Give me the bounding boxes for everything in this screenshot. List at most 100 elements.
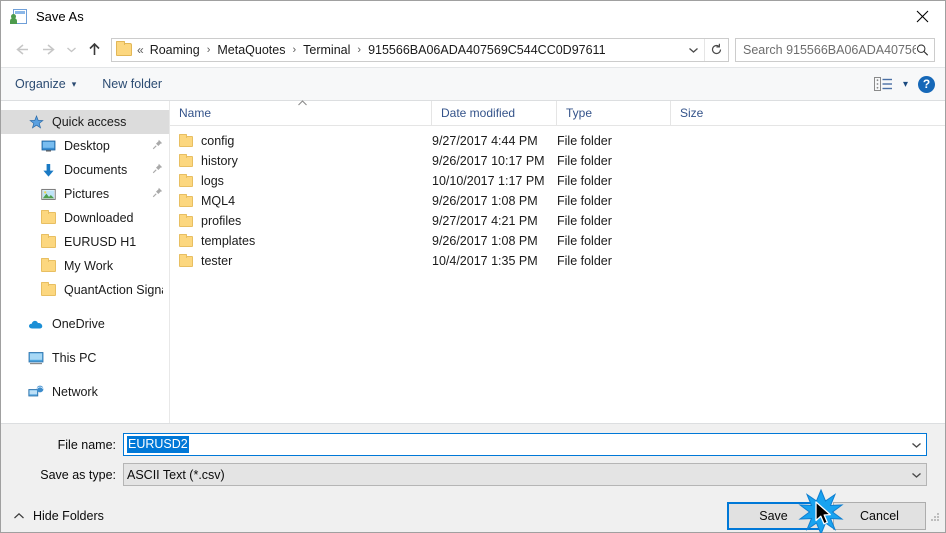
documents-download-arrow-icon bbox=[39, 161, 57, 179]
sidebar-item-onedrive[interactable]: OneDrive bbox=[1, 312, 169, 336]
cell-date: 9/26/2017 1:08 PM bbox=[432, 234, 538, 248]
file-name: tester bbox=[201, 254, 233, 268]
file-name-input[interactable]: EURUSD2 bbox=[123, 433, 927, 456]
cancel-label: Cancel bbox=[860, 509, 899, 523]
navigation-bar: « Roaming › MetaQuotes › Terminal › 9155… bbox=[1, 32, 945, 67]
dialog-footer: File name: EURUSD2 Save as type: ASCII T… bbox=[1, 424, 945, 532]
file-name-chevron-down-icon[interactable] bbox=[906, 441, 926, 449]
view-layout-icon[interactable] bbox=[873, 76, 893, 92]
file-name: templates bbox=[201, 234, 256, 248]
table-row[interactable]: config 9/27/2017 4:44 PM File folder bbox=[170, 131, 945, 151]
hide-folders-button[interactable]: Hide Folders bbox=[13, 509, 104, 523]
cell-name: logs bbox=[170, 173, 431, 188]
sidebar-item-quick-access[interactable]: Quick access bbox=[1, 110, 169, 134]
breadcrumb-separator: › bbox=[292, 43, 297, 56]
cell-type: File folder bbox=[557, 214, 612, 228]
sidebar-item-my-work[interactable]: My Work bbox=[1, 254, 169, 278]
cell-type: File folder bbox=[557, 194, 612, 208]
cell-name: config bbox=[170, 133, 431, 148]
pin-icon[interactable] bbox=[152, 139, 163, 153]
cell-date: 10/10/2017 1:17 PM bbox=[432, 174, 545, 188]
breadcrumb-overflow[interactable]: « bbox=[135, 43, 148, 57]
table-row[interactable]: tester 10/4/2017 1:35 PM File folder bbox=[170, 251, 945, 271]
help-label: ? bbox=[922, 77, 931, 91]
address-chevron-down-icon[interactable] bbox=[682, 39, 704, 61]
table-row[interactable]: logs 10/10/2017 1:17 PM File folder bbox=[170, 171, 945, 191]
save-as-dialog: Save As « Roaming › MetaQuotes › Termina… bbox=[0, 0, 946, 533]
recent-locations-chevron-down-icon[interactable] bbox=[61, 37, 81, 63]
cell-date: 9/26/2017 1:08 PM bbox=[432, 194, 538, 208]
hide-folders-label: Hide Folders bbox=[33, 509, 104, 523]
save-as-type-select[interactable]: ASCII Text (*.csv) bbox=[123, 463, 927, 486]
search-icon bbox=[916, 43, 929, 56]
search-box[interactable]: Search 915566BA06ADA40756... bbox=[735, 37, 935, 62]
breadcrumb-item-terminal[interactable]: Terminal bbox=[301, 43, 352, 57]
breadcrumb-item-roaming[interactable]: Roaming bbox=[148, 43, 202, 57]
save-as-type-row: Save as type: ASCII Text (*.csv) bbox=[1, 463, 945, 486]
table-row[interactable]: history 9/26/2017 10:17 PM File folder bbox=[170, 151, 945, 171]
command-toolbar: Organize ▾ New folder ▾ ? bbox=[1, 67, 945, 101]
folder-icon bbox=[116, 41, 132, 56]
file-name-row: File name: EURUSD2 bbox=[1, 433, 945, 456]
sidebar-item-label: Downloaded bbox=[64, 211, 134, 225]
sidebar-item-documents[interactable]: Documents bbox=[1, 158, 169, 182]
cell-name: tester bbox=[170, 253, 431, 268]
sidebar-item-quantaction-signal[interactable]: QuantAction Signal bbox=[1, 278, 169, 302]
sidebar-item-eurusd-h1[interactable]: EURUSD H1 bbox=[1, 230, 169, 254]
title-bar: Save As bbox=[1, 1, 945, 32]
file-name-value: EURUSD2 bbox=[127, 436, 189, 453]
folder-icon bbox=[39, 209, 57, 227]
sidebar-item-pictures[interactable]: Pictures bbox=[1, 182, 169, 206]
view-chevron-down-icon[interactable]: ▾ bbox=[903, 79, 908, 90]
cell-type: File folder bbox=[557, 154, 612, 168]
sidebar-item-label: OneDrive bbox=[52, 317, 105, 331]
table-row[interactable]: profiles 9/27/2017 4:21 PM File folder bbox=[170, 211, 945, 231]
new-folder-label: New folder bbox=[102, 77, 163, 91]
cell-name: history bbox=[170, 153, 431, 168]
resize-grip-icon[interactable] bbox=[930, 510, 941, 528]
sidebar-item-network[interactable]: Network bbox=[1, 380, 169, 404]
folder-icon bbox=[39, 257, 57, 275]
onedrive-cloud-icon bbox=[27, 315, 45, 333]
cell-type: File folder bbox=[557, 134, 612, 148]
folder-icon bbox=[39, 233, 57, 251]
folder-icon bbox=[179, 253, 193, 267]
breadcrumb-separator: › bbox=[357, 43, 362, 56]
column-header-size[interactable]: Size bbox=[670, 100, 750, 126]
sidebar-item-label: Network bbox=[52, 385, 98, 399]
table-row[interactable]: templates 9/26/2017 1:08 PM File folder bbox=[170, 231, 945, 251]
folder-icon bbox=[179, 133, 193, 147]
new-folder-button[interactable]: New folder bbox=[102, 77, 162, 91]
column-header-name[interactable]: Name bbox=[170, 99, 431, 126]
column-header-date-modified[interactable]: Date modified bbox=[431, 100, 556, 126]
table-row[interactable]: MQL4 9/26/2017 1:08 PM File folder bbox=[170, 191, 945, 211]
breadcrumb-item-metaquotes[interactable]: MetaQuotes bbox=[215, 43, 287, 57]
breadcrumb-item-instance-id[interactable]: 915566BA06ADA407569C544CC0D97611 bbox=[366, 43, 607, 57]
save-button[interactable]: Save bbox=[727, 502, 820, 530]
sidebar-divider bbox=[1, 302, 169, 312]
help-button[interactable]: ? bbox=[918, 75, 935, 93]
network-icon bbox=[27, 383, 45, 401]
sidebar-item-desktop[interactable]: Desktop bbox=[1, 134, 169, 158]
cell-date: 9/27/2017 4:21 PM bbox=[432, 214, 538, 228]
up-one-level-arrow-up-icon[interactable] bbox=[81, 37, 107, 63]
sidebar-item-downloaded[interactable]: Downloaded bbox=[1, 206, 169, 230]
cancel-button[interactable]: Cancel bbox=[833, 502, 926, 530]
forward-icon[interactable] bbox=[35, 37, 61, 63]
refresh-icon[interactable] bbox=[704, 38, 728, 61]
cell-date: 9/27/2017 4:44 PM bbox=[432, 134, 538, 148]
address-bar[interactable]: « Roaming › MetaQuotes › Terminal › 9155… bbox=[111, 37, 729, 62]
file-name: logs bbox=[201, 174, 224, 188]
sidebar-item-label: My Work bbox=[64, 259, 114, 273]
back-icon[interactable] bbox=[9, 37, 35, 63]
save-as-type-chevron-down-icon[interactable] bbox=[906, 471, 926, 479]
search-input[interactable]: Search 915566BA06ADA40756... bbox=[743, 43, 916, 57]
close-button[interactable] bbox=[899, 1, 945, 32]
pin-icon[interactable] bbox=[152, 163, 163, 177]
cell-name: profiles bbox=[170, 213, 431, 228]
sidebar-item-this-pc[interactable]: This PC bbox=[1, 346, 169, 370]
file-list-pane: Name Date modified Type Size config 9/27… bbox=[170, 99, 945, 423]
column-header-type[interactable]: Type bbox=[556, 100, 670, 126]
pin-icon[interactable] bbox=[152, 187, 163, 201]
organize-button[interactable]: Organize ▾ bbox=[15, 77, 76, 91]
